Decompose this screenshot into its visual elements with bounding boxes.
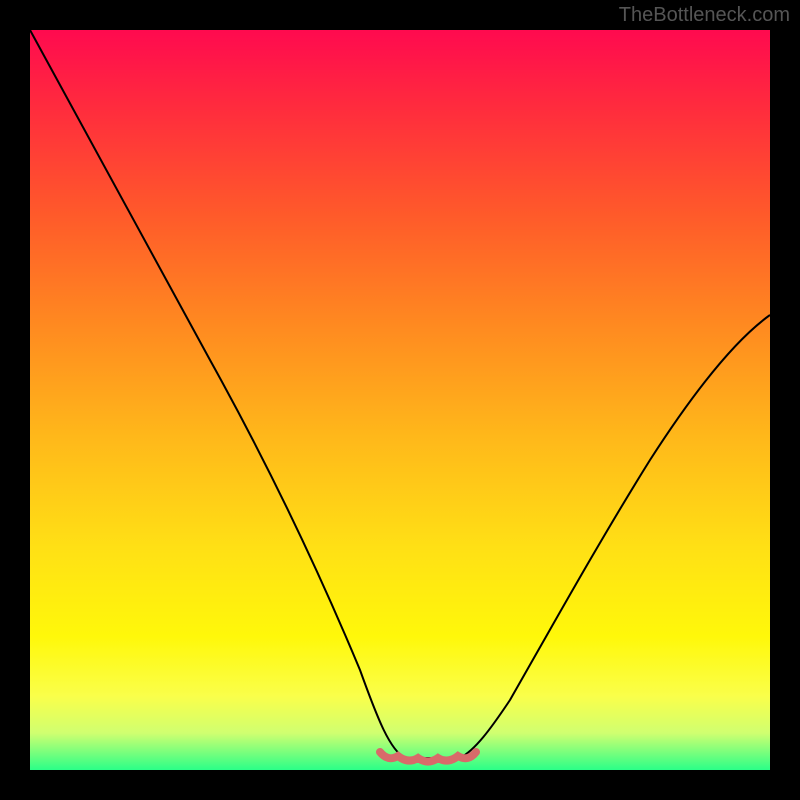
plot-area xyxy=(30,30,770,770)
gradient-background xyxy=(30,30,770,770)
chart-container: TheBottleneck.com xyxy=(0,0,800,800)
watermark-text: TheBottleneck.com xyxy=(619,4,790,27)
